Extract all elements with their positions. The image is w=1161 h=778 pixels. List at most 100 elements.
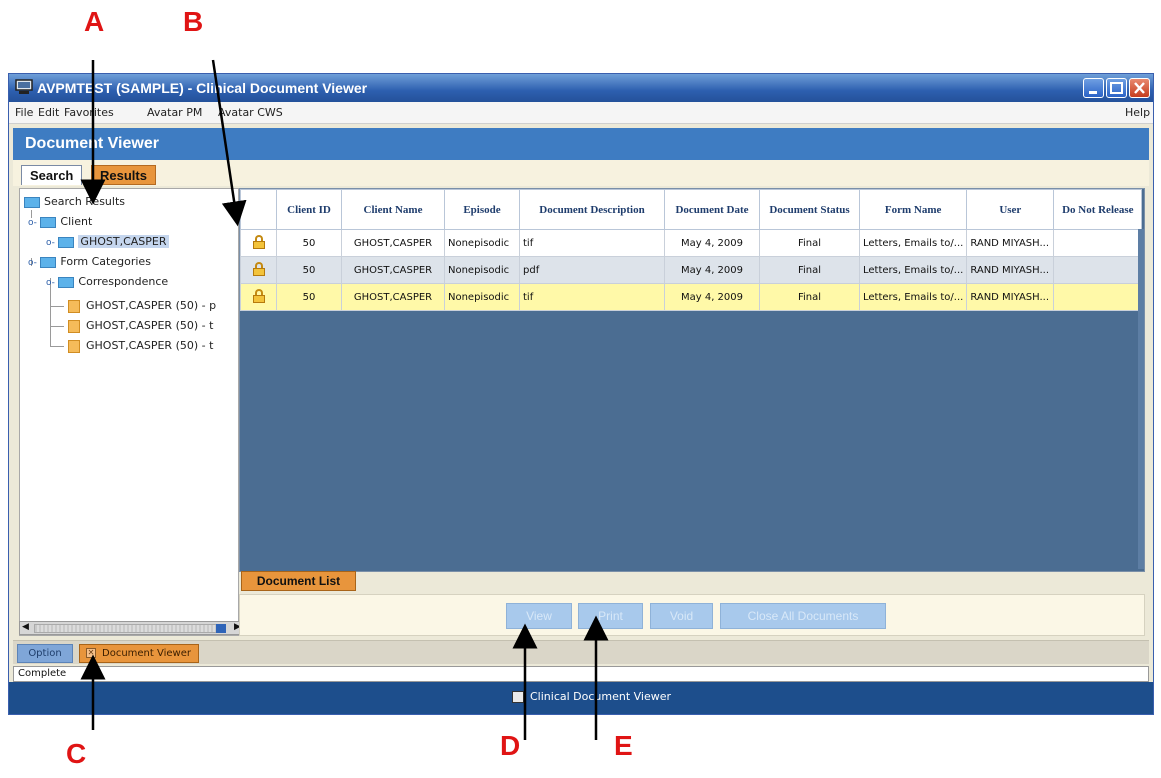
tab-results[interactable]: Results — [91, 165, 156, 185]
application-window: AVPMTEST (SAMPLE) - Clinical Document Vi… — [8, 73, 1154, 715]
maximize-icon — [1110, 82, 1123, 94]
document-icon — [68, 339, 80, 353]
tree-doc-item[interactable]: GHOST,CASPER (50) - p — [68, 299, 216, 313]
user-cell[interactable]: RAND MIYASH... — [966, 283, 1055, 311]
document-icon — [68, 299, 80, 313]
column-header-document-description[interactable]: Document Description — [519, 189, 665, 230]
expand-toggle-icon[interactable]: o- — [46, 278, 55, 288]
annotation-d: D — [500, 730, 521, 761]
bottom-tab-strip: Option ✕ Document Viewer — [13, 640, 1149, 664]
window-title: AVPMTEST (SAMPLE) - Clinical Document Vi… — [37, 80, 368, 96]
menu-edit[interactable]: Edit — [38, 106, 59, 119]
tree-node-client[interactable]: o- Client — [28, 215, 92, 228]
tab-option[interactable]: Option — [17, 644, 73, 663]
status-cell[interactable]: Final — [759, 283, 860, 311]
close-all-documents-button[interactable]: Close All Documents — [720, 603, 886, 629]
user-cell[interactable]: RAND MIYASH... — [966, 256, 1055, 284]
episode-cell[interactable]: Nonepisodic — [444, 229, 520, 257]
lock-icon — [252, 288, 265, 303]
column-header-document-status[interactable]: Document Status — [759, 189, 860, 230]
tree-root-search-results[interactable]: Search Results — [24, 195, 125, 208]
tree-doc-item[interactable]: GHOST,CASPER (50) - t — [68, 339, 213, 353]
form-name-cell[interactable]: Letters, Emails to/... — [858, 283, 968, 311]
folder-icon — [58, 276, 75, 288]
column-header-document-date[interactable]: Document Date — [664, 189, 760, 230]
lock-icon — [252, 261, 265, 276]
client-name-cell[interactable]: GHOST,CASPER — [341, 256, 445, 284]
scrollbar-thumb[interactable] — [34, 624, 224, 633]
client-name-cell[interactable]: GHOST,CASPER — [341, 229, 445, 257]
menu-bar: File Edit Favorites Avatar PM Avatar CWS… — [9, 102, 1153, 124]
tab-search[interactable]: Search — [21, 165, 83, 185]
document-icon — [68, 319, 80, 333]
menu-help[interactable]: Help — [1125, 106, 1150, 119]
tree-doc-item[interactable]: GHOST,CASPER (50) - t — [68, 319, 213, 333]
column-header-lock[interactable] — [240, 189, 277, 230]
lock-cell[interactable] — [240, 229, 277, 257]
status-cell[interactable]: Final — [759, 229, 860, 257]
status-cell[interactable]: Final — [759, 256, 860, 284]
expand-toggle-icon[interactable]: o- — [28, 218, 37, 228]
client-id-cell[interactable]: 50 — [276, 283, 342, 311]
close-button[interactable] — [1129, 78, 1150, 98]
minimize-button[interactable] — [1083, 78, 1104, 98]
maximize-button[interactable] — [1106, 78, 1127, 98]
tree-horizontal-scrollbar[interactable]: ◀ ▶ — [19, 621, 247, 635]
user-cell[interactable]: RAND MIYASH... — [966, 229, 1055, 257]
menu-file[interactable]: File — [15, 106, 33, 119]
menu-avatar-pm[interactable]: Avatar PM — [147, 106, 202, 119]
column-header-client-name[interactable]: Client Name — [341, 189, 445, 230]
print-button[interactable]: Print — [578, 603, 643, 629]
episode-cell[interactable]: Nonepisodic — [444, 283, 520, 311]
lock-cell[interactable] — [240, 256, 277, 284]
description-cell[interactable]: tif — [519, 229, 665, 257]
do-not-release-cell[interactable] — [1053, 256, 1143, 284]
status-bar: Complete — [13, 666, 1149, 682]
client-id-cell[interactable]: 50 — [276, 229, 342, 257]
folder-icon — [58, 236, 75, 248]
table-row-selected[interactable]: 50 GHOST,CASPER Nonepisodic tif May 4, 2… — [240, 283, 1143, 311]
column-header-episode[interactable]: Episode — [444, 189, 520, 230]
tab-document-viewer[interactable]: ✕ Document Viewer — [79, 644, 199, 663]
description-cell[interactable]: tif — [519, 283, 665, 311]
client-id-cell[interactable]: 50 — [276, 256, 342, 284]
table-row[interactable]: 50 GHOST,CASPER Nonepisodic tif May 4, 2… — [240, 229, 1143, 257]
column-header-do-not-release[interactable]: Do Not Release — [1053, 189, 1143, 230]
lock-cell[interactable] — [240, 283, 277, 311]
tab-strip: Search Results — [13, 160, 1149, 186]
form-name-cell[interactable]: Letters, Emails to/... — [858, 256, 968, 284]
grid-vertical-scrollbar[interactable] — [1138, 229, 1144, 569]
close-tab-icon[interactable]: ✕ — [86, 648, 96, 658]
minimize-icon — [1089, 91, 1097, 94]
tab-document-list[interactable]: Document List — [241, 571, 356, 591]
description-cell[interactable]: pdf — [519, 256, 665, 284]
episode-cell[interactable]: Nonepisodic — [444, 256, 520, 284]
menu-favorites[interactable]: Favorites — [64, 106, 114, 119]
tree-node-correspondence[interactable]: o- Correspondence — [46, 275, 168, 288]
menu-avatar-cws[interactable]: Avatar CWS — [218, 106, 283, 119]
column-header-form-name[interactable]: Form Name — [858, 189, 968, 230]
annotation-c: C — [66, 738, 87, 769]
tree-node-client-name[interactable]: o- GHOST,CASPER — [46, 235, 169, 248]
client-name-cell[interactable]: GHOST,CASPER — [341, 283, 445, 311]
date-cell[interactable]: May 4, 2009 — [664, 256, 760, 284]
taskbar-item-label[interactable]: Clinical Document Viewer — [530, 690, 671, 703]
tree-node-form-categories[interactable]: o- Form Categories — [28, 255, 151, 268]
title-bar[interactable]: AVPMTEST (SAMPLE) - Clinical Document Vi… — [9, 74, 1153, 102]
expand-toggle-icon[interactable]: o- — [46, 238, 55, 248]
column-header-client-id[interactable]: Client ID — [276, 189, 342, 230]
column-header-user[interactable]: User — [966, 189, 1055, 230]
do-not-release-cell[interactable] — [1053, 229, 1143, 257]
void-button[interactable]: Void — [650, 603, 713, 629]
do-not-release-cell[interactable] — [1053, 283, 1143, 311]
table-row[interactable]: 50 GHOST,CASPER Nonepisodic pdf May 4, 2… — [240, 256, 1143, 284]
action-button-panel: View Print Void Close All Documents — [239, 594, 1145, 636]
date-cell[interactable]: May 4, 2009 — [664, 283, 760, 311]
date-cell[interactable]: May 4, 2009 — [664, 229, 760, 257]
scroll-left-icon[interactable]: ◀ — [22, 622, 29, 632]
view-button[interactable]: View — [506, 603, 572, 629]
form-name-cell[interactable]: Letters, Emails to/... — [858, 229, 968, 257]
scrollbar-end — [216, 624, 226, 633]
table-header-row: Client ID Client Name Episode Document D… — [240, 189, 1143, 230]
expand-toggle-icon[interactable]: o- — [28, 258, 37, 268]
